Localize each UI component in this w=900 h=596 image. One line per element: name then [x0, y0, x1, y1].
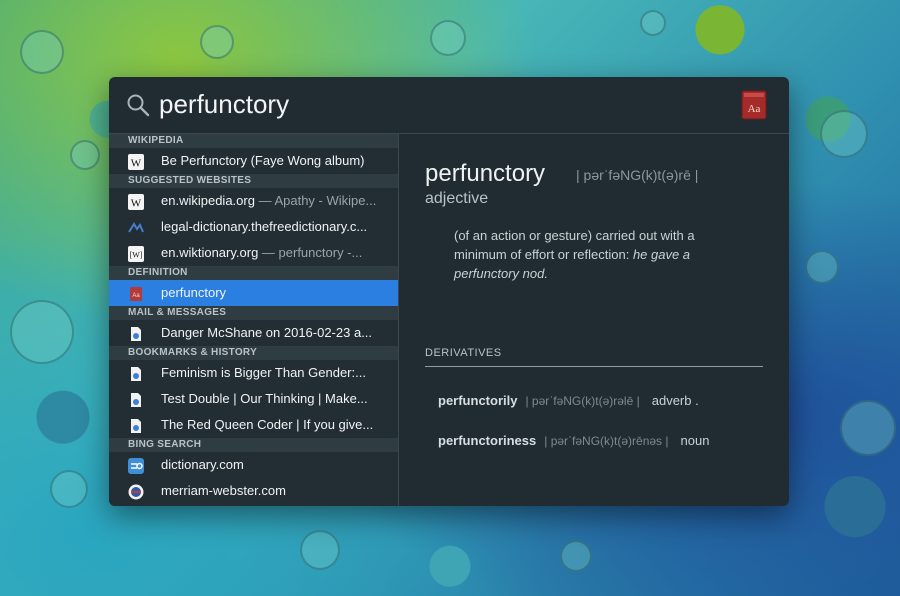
section-header: BING SEARCH — [109, 438, 398, 452]
free-dictionary-icon — [128, 219, 144, 235]
document-icon — [128, 391, 144, 407]
search-bar[interactable]: perfunctory Aa — [109, 77, 789, 134]
derivative-pronunciation: | pərˈfəNG(k)t(ə)rēnəs | — [544, 434, 669, 448]
dictionary-icon: Aa — [128, 285, 144, 301]
result-title-text: Be Perfunctory (Faye Wong album) — [161, 153, 365, 168]
result-row[interactable]: merriam-webster.com — [109, 478, 398, 504]
preview-definition: (of an action or gesture) carried out wi… — [454, 226, 734, 283]
result-title: en.wiktionary.org — perfunctory -... — [161, 240, 390, 266]
result-title-text: legal-dictionary.thefreedictionary.c... — [161, 219, 368, 234]
result-title: dictionary.com — [161, 452, 390, 478]
derivatives-divider — [425, 366, 763, 367]
result-title: en.wikipedia.org — Apathy - Wikipe... — [161, 188, 390, 214]
result-title-text: en.wiktionary.org — [161, 245, 259, 260]
merriam-webster-icon — [128, 483, 144, 500]
preview-word: perfunctory — [425, 160, 546, 187]
derivative-part-of-speech: adverb . — [651, 393, 699, 408]
section-header: MAIL & MESSAGES — [109, 306, 398, 320]
wikipedia-icon: W — [128, 153, 144, 170]
preview-part-of-speech: adjective — [425, 190, 489, 207]
wiktionary-icon: [W] — [128, 245, 144, 262]
result-title: Be Perfunctory (Faye Wong album) — [161, 148, 390, 174]
result-title-text: merriam-webster.com — [161, 483, 286, 498]
derivative-entry: perfunctoriness | pərˈfəNG(k)t(ə)rēnəs | n… — [438, 433, 709, 448]
derivatives-header: DERIVATIVES — [425, 347, 502, 359]
result-subtitle: — perfunctory -... — [258, 245, 363, 260]
result-title: legal-dictionary.thefreedictionary.c... — [161, 214, 390, 240]
result-row-selected[interactable]: Aa perfunctory — [109, 280, 398, 306]
result-title: Feminism is Bigger Than Gender:... — [161, 360, 390, 386]
svg-text:[W]: [W] — [130, 251, 143, 260]
result-row[interactable]: W Be Perfunctory (Faye Wong album) — [109, 148, 398, 174]
result-title-text: dictionary.com — [161, 457, 244, 472]
result-title: The Red Queen Coder | If you give... — [161, 412, 390, 438]
dictionary-app-icon[interactable]: Aa — [741, 90, 767, 120]
result-row[interactable]: Wen.wikipedia.org — Apathy - Wikipe... — [109, 188, 398, 214]
section-header: WIKIPEDIA — [109, 134, 398, 148]
search-icon — [127, 94, 150, 117]
website-icon — [128, 457, 144, 474]
result-row[interactable]: The Red Queen Coder | If you give... — [109, 412, 398, 438]
result-title: perfunctory — [161, 280, 390, 306]
preview-pronunciation: | pərˈfəNG(k)t(ə)rē | — [576, 167, 699, 183]
svg-text:W: W — [131, 158, 142, 170]
result-row[interactable]: dictionary.com — [109, 452, 398, 478]
result-subtitle: — Apathy - Wikipe... — [254, 193, 377, 208]
derivative-word: perfunctorily — [438, 393, 518, 408]
derivative-entry: perfunctorily | pərˈfəNG(k)t(ə)rəlē | adve… — [438, 393, 699, 408]
result-row[interactable]: Feminism is Bigger Than Gender:... — [109, 360, 398, 386]
svg-text:Aa: Aa — [748, 103, 761, 115]
result-row[interactable]: [W] en.wiktionary.org — perfunctory -... — [109, 240, 398, 266]
result-row[interactable]: Danger McShane on 2016-02-23 a... — [109, 320, 398, 346]
result-title-text: The Red Queen Coder | If you give... — [161, 417, 374, 432]
results-list: WIKIPEDIA W Be Perfunctory (Faye Wong albu… — [109, 134, 399, 506]
result-title: Danger McShane on 2016-02-23 a... — [161, 320, 390, 346]
result-title-text: Feminism is Bigger Than Gender:... — [161, 365, 366, 380]
spotlight-window: perfunctory Aa WIKIPEDIA W Be Perfunctory … — [109, 77, 789, 506]
derivative-part-of-speech: noun — [680, 433, 710, 448]
section-header: BOOKMARKS & HISTORY — [109, 346, 398, 360]
svg-text:W: W — [131, 198, 142, 210]
result-title: merriam-webster.com — [161, 478, 390, 504]
result-title: Test Double | Our Thinking | Make... — [161, 386, 390, 412]
document-icon — [128, 325, 144, 341]
derivative-pronunciation: | pərˈfəNG(k)t(ə)rəlē | — [525, 394, 640, 408]
search-input[interactable]: perfunctory — [159, 89, 289, 120]
preview-pane: perfunctory | pərˈfəNG(k)t(ə)rē | adject… — [399, 134, 789, 506]
derivative-word: perfunctoriness — [438, 433, 537, 448]
wikipedia-icon: W — [128, 193, 144, 210]
section-header: SUGGESTED WEBSITES — [109, 174, 398, 188]
result-row[interactable]: legal-dictionary.thefreedictionary.c... — [109, 214, 398, 240]
svg-text:Aa: Aa — [132, 293, 140, 299]
result-title-text: Test Double | Our Thinking | Make... — [161, 391, 368, 406]
document-icon — [128, 365, 144, 381]
result-title-text: perfunctory — [161, 285, 227, 300]
section-header: DEFINITION — [109, 266, 398, 280]
result-title-text: Danger McShane on 2016-02-23 a... — [161, 325, 373, 340]
result-row[interactable]: Test Double | Our Thinking | Make... — [109, 386, 398, 412]
result-title-text: en.wikipedia.org — [161, 193, 255, 208]
document-icon — [128, 417, 144, 433]
